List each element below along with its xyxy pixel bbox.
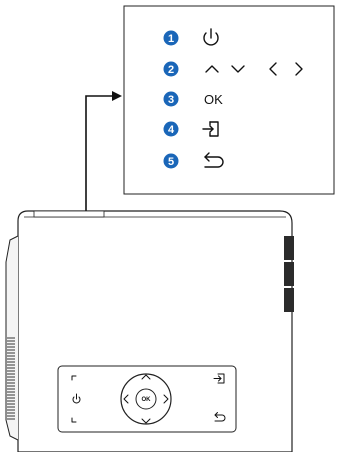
control-panel-diagram: 1 2 3 OK 4 5 OK [5,5,335,452]
number-label-3: 3 [168,94,174,106]
projector-device: OK [5,210,294,452]
side-buttons-right [284,236,294,312]
number-label-1: 1 [168,33,174,45]
control-panel: OK [57,365,237,433]
panel-ok-button[interactable]: OK [142,397,152,403]
number-label-4: 4 [168,124,175,136]
ok-label: OK [204,92,223,107]
legend-box: 1 2 3 OK 4 5 [123,5,335,195]
number-label-5: 5 [168,156,174,168]
number-label-2: 2 [168,64,174,76]
